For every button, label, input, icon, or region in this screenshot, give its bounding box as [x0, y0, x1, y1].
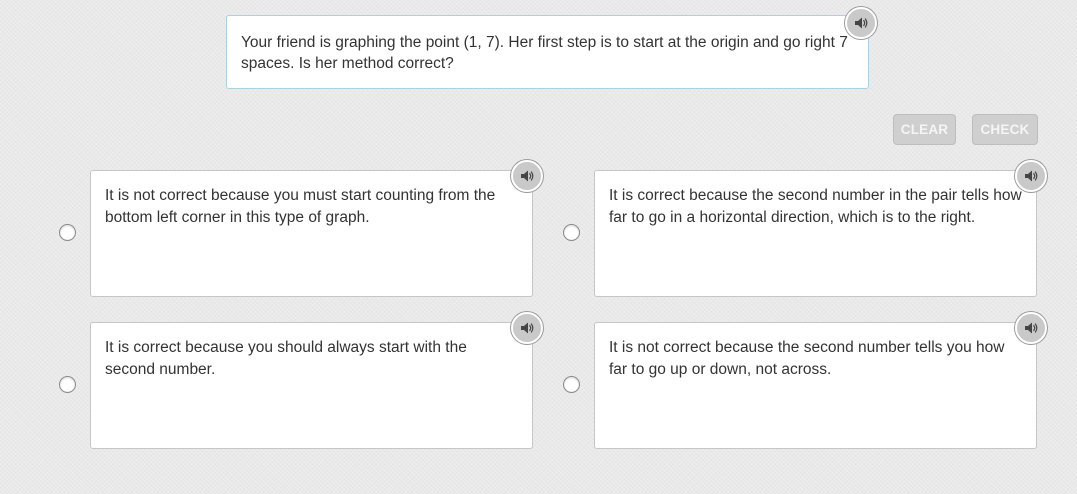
option-3-audio-button[interactable] [511, 312, 543, 344]
speaker-icon [1025, 170, 1038, 182]
option-3-radio[interactable] [59, 376, 76, 393]
speaker-icon [521, 322, 534, 334]
option-2-audio-button[interactable] [1015, 160, 1047, 192]
answer-option-3[interactable]: It is correct because you should always … [90, 312, 543, 449]
question-text: Your friend is graphing the point (1, 7)… [241, 34, 848, 72]
option-4-audio-button[interactable] [1015, 312, 1047, 344]
option-1-radio[interactable] [59, 224, 76, 241]
option-3-text: It is correct because you should always … [105, 339, 467, 378]
check-button[interactable]: CHECK [972, 114, 1038, 145]
speaker-icon [855, 17, 868, 29]
answer-option-4[interactable]: It is not correct because the second num… [594, 312, 1047, 449]
answer-option-2[interactable]: It is correct because the second number … [594, 160, 1047, 297]
option-2-radio[interactable] [563, 224, 580, 241]
question-audio-button[interactable] [845, 7, 877, 39]
option-4-text: It is not correct because the second num… [609, 339, 1005, 378]
option-2-text: It is correct because the second number … [609, 187, 1022, 226]
option-1-text: It is not correct because you must start… [105, 187, 496, 226]
option-4-radio[interactable] [563, 376, 580, 393]
speaker-icon [1025, 322, 1038, 334]
option-1-audio-button[interactable] [511, 160, 543, 192]
speaker-icon [521, 170, 534, 182]
answer-option-1[interactable]: It is not correct because you must start… [90, 160, 543, 297]
question-prompt: Your friend is graphing the point (1, 7)… [226, 7, 877, 89]
clear-button[interactable]: CLEAR [893, 114, 956, 145]
